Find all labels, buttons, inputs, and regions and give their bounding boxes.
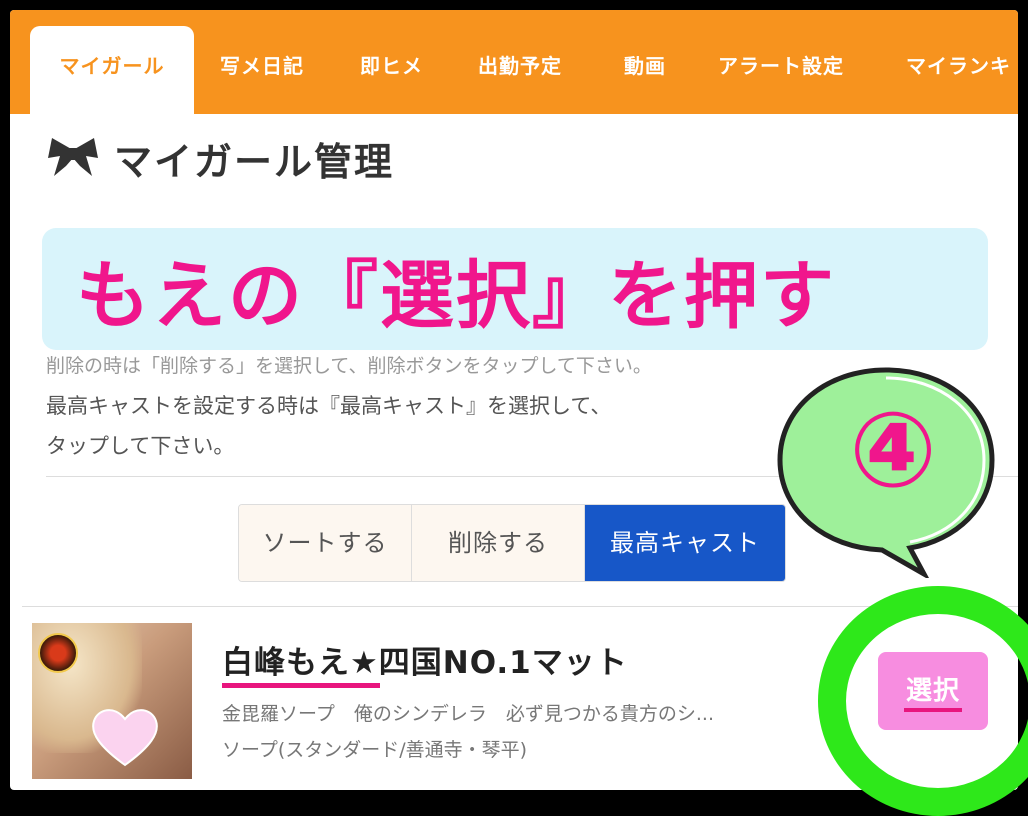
cast-genre: ソープ(スタンダード/善通寺・琴平): [222, 739, 528, 761]
banner-text: もえの『選択』を押す: [76, 252, 836, 339]
tab-my-ranking[interactable]: マイランキ: [906, 10, 1011, 114]
select-underline: [904, 708, 962, 712]
action-button-group: ソートする 削除する 最高キャスト: [238, 504, 786, 582]
cast-shop: 金毘羅ソープ 俺のシンデレラ 必ず見つかる貴方のシ...: [222, 703, 714, 725]
step-number: ④: [848, 389, 938, 511]
page-title: マイガール管理: [114, 139, 395, 184]
best-cast-button[interactable]: 最高キャスト: [585, 505, 785, 581]
heart-icon: [92, 709, 158, 767]
tab-instant-hime[interactable]: 即ヒメ: [360, 10, 423, 114]
tab-alert-settings[interactable]: アラート設定: [718, 10, 844, 114]
cast-photo[interactable]: [32, 623, 192, 779]
cast-name[interactable]: 白峰もえ★四国NO.1マット: [222, 637, 628, 682]
select-button[interactable]: 選択: [878, 652, 988, 730]
tab-photo-diary[interactable]: 写メ日記: [220, 10, 304, 114]
tab-bar: マイガール 写メ日記 即ヒメ 出勤予定 動画 アラート設定 マイランキ: [10, 10, 1018, 118]
tab-video[interactable]: 動画: [624, 10, 666, 114]
page-title-row: マイガール管理: [46, 128, 394, 188]
sort-button[interactable]: ソートする: [239, 505, 412, 581]
name-underline: [222, 683, 380, 688]
ribbon-icon: [46, 136, 100, 180]
delete-button[interactable]: 削除する: [412, 505, 585, 581]
tab-schedule[interactable]: 出勤予定: [478, 10, 562, 114]
instruction-banner: もえの『選択』を押す: [42, 228, 988, 350]
shop-badge-icon: [38, 633, 78, 673]
tab-my-girl[interactable]: マイガール: [30, 26, 194, 118]
